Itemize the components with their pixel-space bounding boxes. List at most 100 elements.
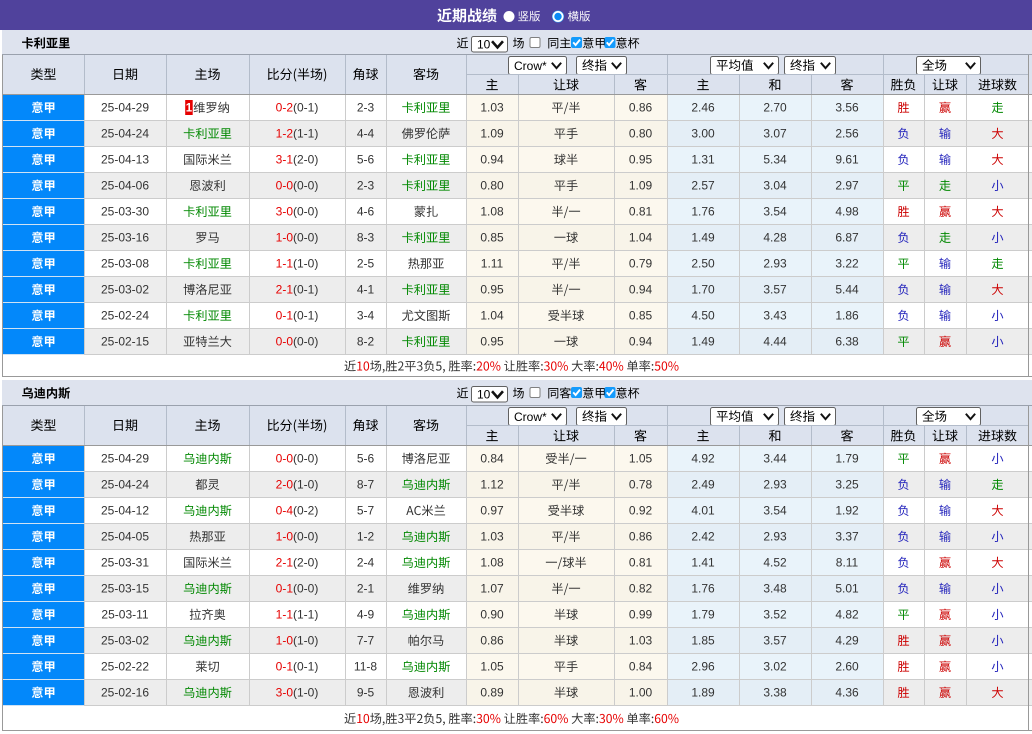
svg-text:1.76: 1.76 [691,582,715,596]
svg-text:4.28: 4.28 [763,231,787,245]
svg-text:10: 10 [477,388,491,402]
svg-text:25-02-15: 25-02-15 [101,335,149,349]
svg-text:1.08: 1.08 [480,205,504,219]
svg-text:2-1(0-1): 2-1(0-1) [276,283,319,297]
svg-text:0.95: 0.95 [480,283,504,297]
svg-text:1.09: 1.09 [629,179,653,193]
svg-text:3.57: 3.57 [763,634,787,648]
svg-text:5.01: 5.01 [835,582,859,596]
svg-text:4.29: 4.29 [835,634,859,648]
svg-text:4.01: 4.01 [691,504,715,518]
svg-text:1.92: 1.92 [835,504,859,518]
svg-text:2-3: 2-3 [357,179,375,193]
svg-text:2.56: 2.56 [835,127,859,141]
svg-text:0.78: 0.78 [629,478,653,492]
svg-text:1.79: 1.79 [835,452,859,466]
svg-text:2.60: 2.60 [835,660,859,674]
svg-text:3.25: 3.25 [835,478,859,492]
svg-text:0.97: 0.97 [480,504,504,518]
svg-text:5.44: 5.44 [835,283,859,297]
svg-text:2-1(2-0): 2-1(2-0) [276,556,319,570]
svg-text:4.98: 4.98 [835,205,859,219]
svg-text:8-7: 8-7 [357,478,375,492]
svg-text:25-03-11: 25-03-11 [101,608,148,622]
svg-text:1.41: 1.41 [691,556,715,570]
svg-text:0-2(0-1): 0-2(0-1) [276,101,319,115]
svg-text:25-02-24: 25-02-24 [101,309,149,323]
svg-text:2-1: 2-1 [357,582,375,596]
svg-text:2.96: 2.96 [691,660,715,674]
svg-text:25-02-16: 25-02-16 [101,686,149,700]
svg-text:25-03-08: 25-03-08 [101,257,149,271]
svg-text:0.94: 0.94 [629,335,653,349]
svg-text:1-1(1-1): 1-1(1-1) [276,608,319,622]
svg-text:5-6: 5-6 [357,153,375,167]
svg-text:1.49: 1.49 [691,335,715,349]
svg-text:Crow*: Crow* [514,59,547,73]
svg-text:25-04-12: 25-04-12 [101,504,149,518]
svg-text:1.89: 1.89 [691,686,715,700]
svg-text:25-03-02: 25-03-02 [101,634,149,648]
svg-text:4-4: 4-4 [357,127,375,141]
svg-text:0.94: 0.94 [629,283,653,297]
svg-text:1.00: 1.00 [629,686,653,700]
svg-text:0.82: 0.82 [629,582,653,596]
svg-text:0.84: 0.84 [629,660,653,674]
svg-text:1.49: 1.49 [691,231,715,245]
svg-text:1-0(0-0): 1-0(0-0) [276,530,319,544]
svg-text:1.09: 1.09 [480,127,504,141]
svg-text:11-8: 11-8 [354,660,377,674]
svg-text:3-4: 3-4 [357,309,375,323]
svg-text:2.93: 2.93 [763,530,787,544]
svg-text:4-9: 4-9 [357,608,375,622]
svg-text:4.36: 4.36 [835,686,859,700]
svg-text:3.00: 3.00 [691,127,715,141]
svg-text:1.05: 1.05 [629,452,653,466]
svg-text:3.54: 3.54 [763,205,787,219]
svg-text:1.05: 1.05 [480,660,504,674]
svg-text:3.38: 3.38 [763,686,787,700]
svg-text:1.11: 1.11 [481,257,504,271]
svg-text:5.34: 5.34 [763,153,787,167]
svg-text:1-0(1-0): 1-0(1-0) [276,634,319,648]
svg-text:25-03-31: 25-03-31 [101,556,149,570]
svg-text:1-2: 1-2 [357,530,375,544]
svg-text:2.57: 2.57 [691,179,715,193]
svg-text:3.22: 3.22 [835,257,859,271]
svg-text:0.80: 0.80 [480,179,504,193]
svg-text:2.93: 2.93 [763,478,787,492]
svg-text:0.95: 0.95 [480,335,504,349]
svg-text:1.03: 1.03 [480,101,504,115]
svg-text:1.03: 1.03 [480,530,504,544]
svg-text:8.11: 8.11 [836,556,859,570]
svg-text:4-6: 4-6 [357,205,375,219]
svg-text:0.79: 0.79 [629,257,653,271]
svg-text:25-04-06: 25-04-06 [101,179,149,193]
svg-text:25-02-22: 25-02-22 [101,660,149,674]
svg-text:Crow*: Crow* [514,410,547,424]
svg-text:25-03-15: 25-03-15 [101,582,149,596]
svg-text:25-04-24: 25-04-24 [101,127,149,141]
svg-text:5-7: 5-7 [357,504,375,518]
svg-text:1.04: 1.04 [629,231,653,245]
svg-text:0.86: 0.86 [629,101,653,115]
svg-text:6.87: 6.87 [835,231,859,245]
svg-text:3-0(0-0): 3-0(0-0) [276,205,319,219]
svg-text:4-1: 4-1 [357,283,375,297]
svg-text:3.57: 3.57 [763,283,787,297]
svg-text:2.50: 2.50 [691,257,715,271]
svg-text:0-0(0-0): 0-0(0-0) [276,179,319,193]
svg-text:0-1(0-1): 0-1(0-1) [276,660,319,674]
svg-text:9.61: 9.61 [835,153,859,167]
svg-text:0.86: 0.86 [480,634,504,648]
svg-text:0.99: 0.99 [629,608,653,622]
svg-text:2.93: 2.93 [763,257,787,271]
svg-text:1.08: 1.08 [480,556,504,570]
svg-text:8-3: 8-3 [357,231,375,245]
svg-text:2.97: 2.97 [835,179,859,193]
svg-text:3.07: 3.07 [763,127,787,141]
svg-text:25-04-29: 25-04-29 [101,452,149,466]
svg-text:0.94: 0.94 [480,153,504,167]
svg-text:3.56: 3.56 [835,101,859,115]
svg-text:1.04: 1.04 [480,309,504,323]
